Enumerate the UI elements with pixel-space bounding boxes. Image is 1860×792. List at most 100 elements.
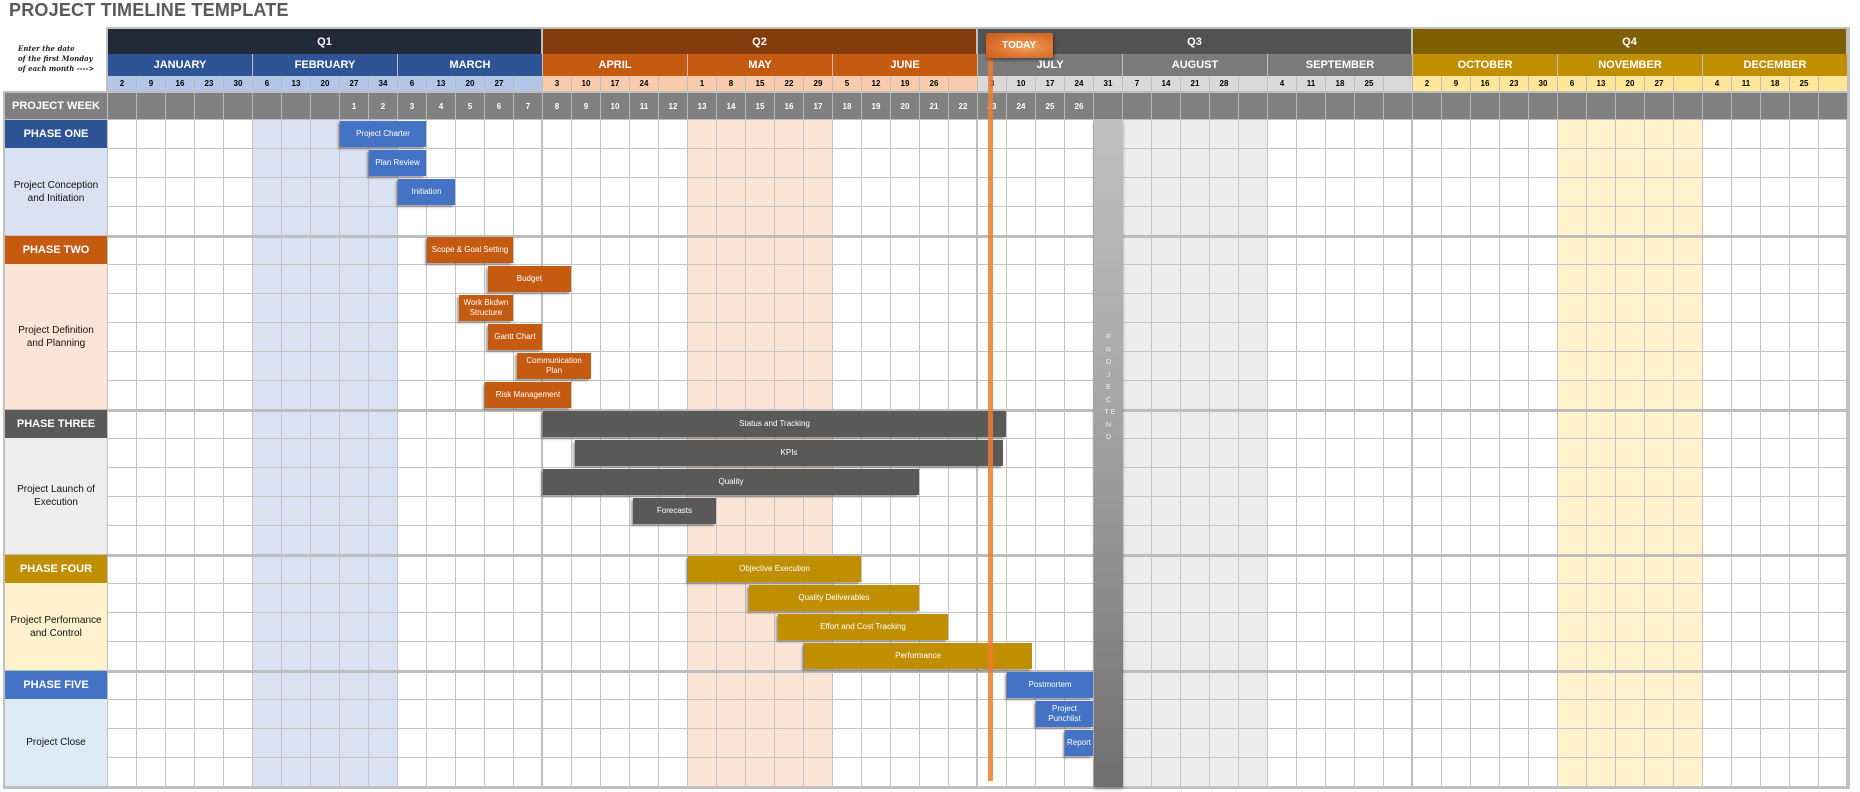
grid-cell[interactable] (572, 729, 601, 758)
grid-cell[interactable] (1674, 584, 1703, 613)
grid-cell[interactable] (1558, 323, 1587, 352)
grid-cell[interactable] (1384, 294, 1413, 323)
grid-cell[interactable] (688, 613, 717, 642)
grid-cell[interactable] (1558, 294, 1587, 323)
grid-cell[interactable] (1152, 555, 1181, 584)
grid-cell[interactable] (804, 729, 833, 758)
grid-cell[interactable] (1703, 497, 1732, 526)
grid-cell[interactable] (775, 381, 804, 410)
week-start-date[interactable]: 14 (1152, 76, 1181, 91)
grid-cell[interactable] (282, 410, 311, 439)
grid-cell[interactable] (1819, 613, 1848, 642)
grid-cell[interactable] (1123, 352, 1152, 381)
grid-cell[interactable] (1732, 497, 1761, 526)
grid-cell[interactable] (717, 207, 746, 236)
grid-cell[interactable] (1616, 613, 1645, 642)
grid-cell[interactable] (775, 497, 804, 526)
grid-cell[interactable] (775, 526, 804, 555)
grid-cell[interactable] (1529, 555, 1558, 584)
grid-cell[interactable] (1558, 642, 1587, 671)
week-start-date[interactable]: 21 (1181, 76, 1210, 91)
grid-cell[interactable] (1616, 178, 1645, 207)
grid-cell[interactable] (746, 642, 775, 671)
grid-cell[interactable] (746, 265, 775, 294)
grid-cell[interactable] (1413, 468, 1442, 497)
week-start-date[interactable] (514, 76, 543, 91)
grid-cell[interactable] (1007, 526, 1036, 555)
grid-cell[interactable] (630, 729, 659, 758)
week-start-date[interactable] (1819, 76, 1848, 91)
grid-cell[interactable] (1268, 120, 1297, 149)
week-start-date[interactable]: 34 (369, 76, 398, 91)
grid-cell[interactable] (224, 526, 253, 555)
grid-cell[interactable] (1819, 584, 1848, 613)
grid-cell[interactable] (253, 468, 282, 497)
grid-cell[interactable] (1007, 236, 1036, 265)
week-start-date[interactable]: 28 (1210, 76, 1239, 91)
grid-cell[interactable] (340, 526, 369, 555)
week-start-date[interactable]: 18 (1761, 76, 1790, 91)
grid-cell[interactable] (108, 120, 137, 149)
grid-cell[interactable] (543, 642, 572, 671)
grid-cell[interactable] (1645, 613, 1674, 642)
grid-cell[interactable] (601, 526, 630, 555)
grid-cell[interactable] (166, 352, 195, 381)
grid-cell[interactable] (601, 178, 630, 207)
grid-cell[interactable] (949, 613, 978, 642)
grid-cell[interactable] (601, 758, 630, 787)
task-bar[interactable]: Performance (804, 643, 1033, 669)
grid-cell[interactable] (775, 700, 804, 729)
grid-cell[interactable] (1790, 555, 1819, 584)
task-bar[interactable]: Report (1065, 730, 1093, 756)
grid-cell[interactable] (1239, 758, 1268, 787)
grid-cell[interactable] (108, 497, 137, 526)
grid-cell[interactable] (630, 642, 659, 671)
grid-cell[interactable] (949, 323, 978, 352)
grid-cell[interactable] (1036, 729, 1065, 758)
grid-cell[interactable] (1674, 323, 1703, 352)
grid-cell[interactable] (224, 265, 253, 294)
grid-cell[interactable] (1326, 526, 1355, 555)
grid-cell[interactable] (1616, 149, 1645, 178)
grid-cell[interactable] (1065, 439, 1094, 468)
grid-cell[interactable] (1268, 207, 1297, 236)
grid-cell[interactable] (659, 265, 688, 294)
grid-cell[interactable] (1152, 149, 1181, 178)
grid-cell[interactable] (1674, 613, 1703, 642)
grid-cell[interactable] (862, 294, 891, 323)
grid-cell[interactable] (1500, 584, 1529, 613)
grid-cell[interactable] (1500, 729, 1529, 758)
grid-cell[interactable] (1558, 265, 1587, 294)
grid-cell[interactable] (543, 497, 572, 526)
grid-cell[interactable] (688, 323, 717, 352)
grid-cell[interactable] (746, 613, 775, 642)
grid-cell[interactable] (1703, 468, 1732, 497)
week-start-date[interactable]: 13 (282, 76, 311, 91)
grid-cell[interactable] (1645, 497, 1674, 526)
grid-cell[interactable] (1500, 294, 1529, 323)
grid-cell[interactable] (456, 526, 485, 555)
grid-cell[interactable] (717, 700, 746, 729)
grid-cell[interactable] (1123, 265, 1152, 294)
grid-cell[interactable] (282, 120, 311, 149)
grid-cell[interactable] (456, 381, 485, 410)
grid-cell[interactable] (195, 207, 224, 236)
grid-cell[interactable] (659, 352, 688, 381)
grid-cell[interactable] (1819, 352, 1848, 381)
grid-cell[interactable] (311, 758, 340, 787)
grid-cell[interactable] (1210, 729, 1239, 758)
grid-cell[interactable] (369, 265, 398, 294)
grid-cell[interactable] (224, 178, 253, 207)
grid-cell[interactable] (833, 700, 862, 729)
grid-cell[interactable] (630, 236, 659, 265)
grid-cell[interactable] (166, 323, 195, 352)
grid-cell[interactable] (195, 120, 224, 149)
grid-cell[interactable] (891, 671, 920, 700)
grid-cell[interactable] (514, 729, 543, 758)
grid-cell[interactable] (688, 207, 717, 236)
grid-cell[interactable] (456, 207, 485, 236)
grid-cell[interactable] (1036, 584, 1065, 613)
grid-cell[interactable] (746, 497, 775, 526)
week-start-date[interactable]: 31 (1094, 76, 1123, 91)
grid-cell[interactable] (543, 613, 572, 642)
